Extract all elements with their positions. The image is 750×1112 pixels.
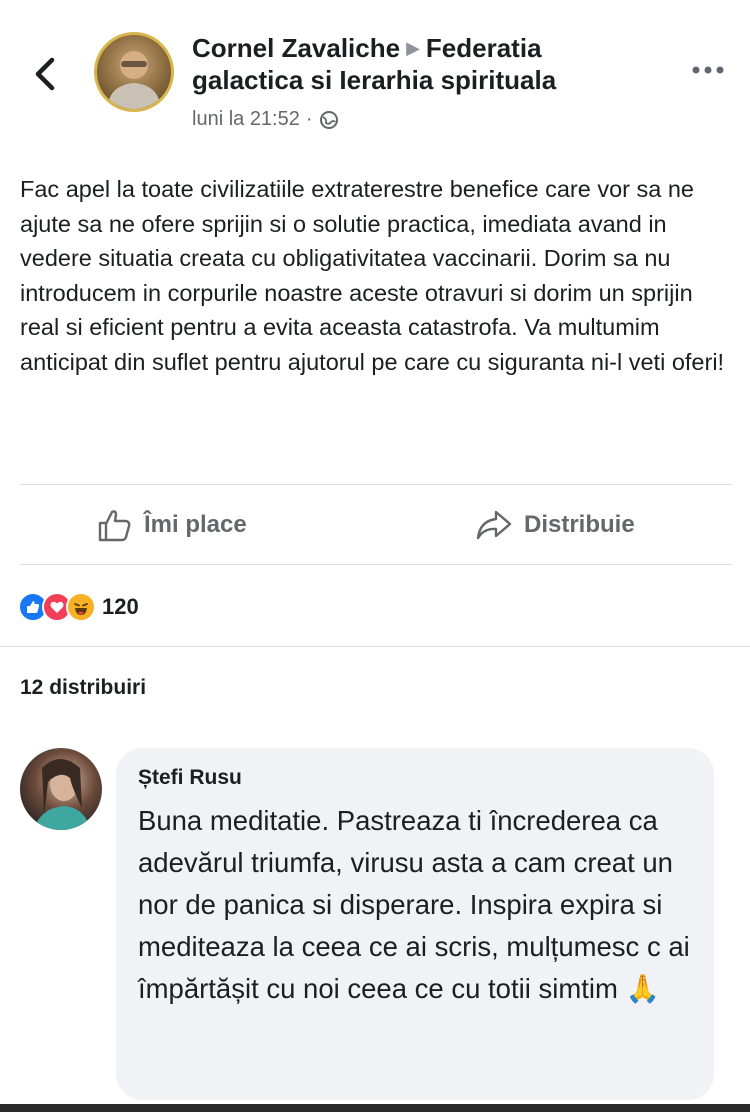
post-text: Fac apel la toate civilizatiile extrater…: [20, 176, 725, 375]
group-name-link[interactable]: Federatia: [426, 33, 542, 63]
share-label: Distribuie: [524, 511, 635, 538]
like-label: Îmi place: [144, 511, 247, 538]
shares-count[interactable]: 12 distribuiri: [20, 676, 146, 700]
share-button[interactable]: Distribuie: [474, 500, 635, 550]
triangle-right-icon: ▶: [406, 38, 420, 58]
person-photo-icon: [107, 51, 161, 109]
group-name-link-continued[interactable]: galactica si Ierarhia spirituala: [192, 65, 556, 95]
divider: [20, 484, 732, 485]
commenter-avatar[interactable]: [20, 748, 102, 830]
praying-hands-emoji: 🙏: [625, 973, 660, 1004]
author-avatar[interactable]: [94, 32, 174, 112]
comment-body: Buna meditatie. Pastreaza ti încrederea …: [138, 805, 690, 1004]
meta-separator: ·: [305, 108, 313, 130]
comment-text: Buna meditatie. Pastreaza ti încrederea …: [138, 800, 698, 1010]
divider: [20, 564, 732, 565]
back-button[interactable]: [28, 52, 64, 96]
post-header: Cornel Zavaliche ▶ Federatia galactica si …: [192, 32, 662, 96]
chevron-left-icon: [35, 57, 55, 91]
ellipsis-icon: [692, 66, 724, 74]
author-name-link[interactable]: Cornel Zavaliche: [192, 33, 400, 63]
person-photo-icon: [34, 759, 90, 830]
thumbs-up-icon: [98, 510, 131, 542]
post-timestamp[interactable]: luni la 21:52: [192, 108, 300, 131]
like-button[interactable]: Îmi place: [96, 500, 247, 550]
reaction-count: 120: [102, 594, 139, 619]
share-arrow-icon: [476, 510, 512, 540]
post-meta: luni la 21:52 ·: [192, 108, 339, 131]
comment-author-link[interactable]: Ștefi Rusu: [138, 766, 242, 790]
reactions-summary[interactable]: 120: [18, 592, 139, 622]
globe-icon: [319, 110, 338, 129]
more-options-button[interactable]: [688, 58, 728, 82]
divider: [0, 646, 750, 647]
bottom-edge: [0, 1104, 750, 1112]
haha-reaction-icon: [66, 592, 96, 622]
